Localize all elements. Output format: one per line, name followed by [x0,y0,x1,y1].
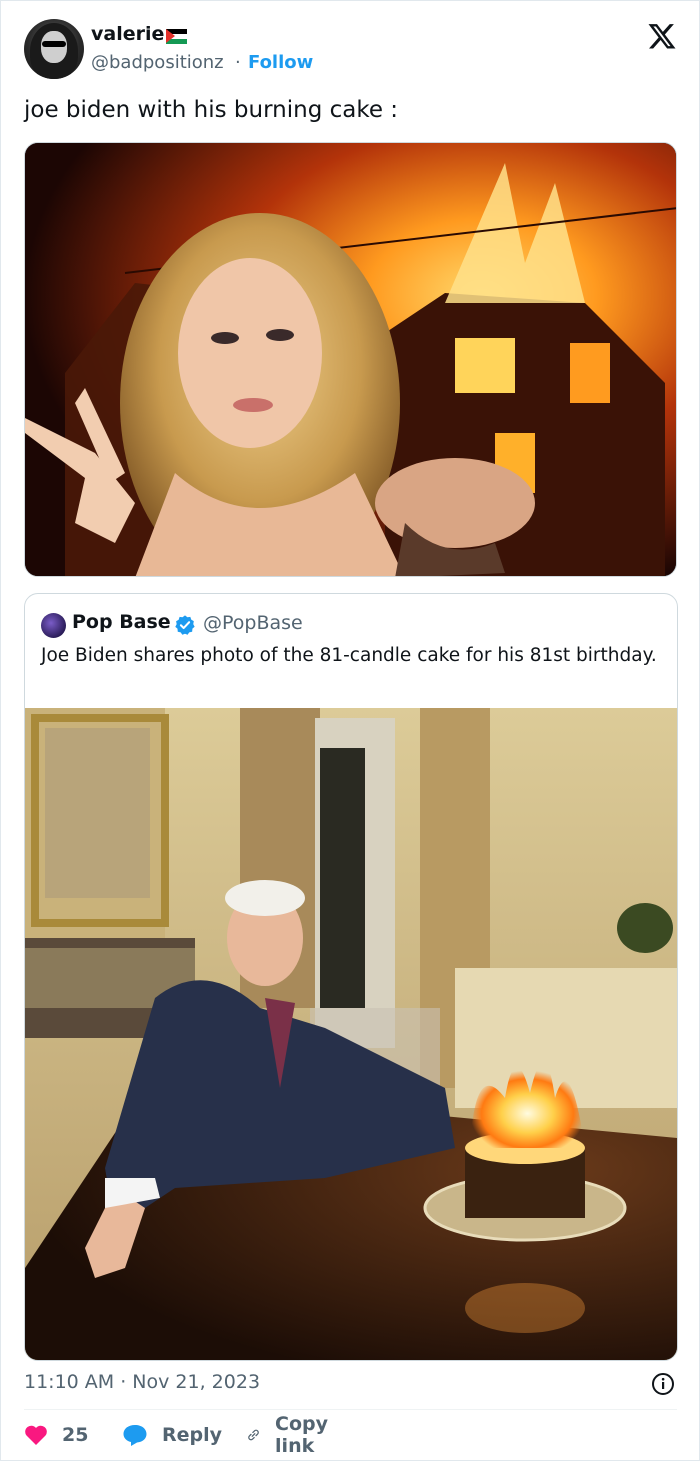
tweet-image-fire[interactable] [24,142,677,577]
info-icon[interactable] [651,1372,675,1396]
fire-meme-image [25,143,676,576]
palestine-flag-icon [166,29,187,44]
tweet-text: joe biden with his burning cake : [24,97,399,123]
tweet-timestamp[interactable]: 11:10 AM · Nov 21, 2023 [24,1371,260,1393]
like-button[interactable]: 25 [24,1420,88,1450]
quoted-avatar[interactable] [41,613,66,638]
avatar-face [41,31,67,63]
divider [24,1409,677,1410]
display-name[interactable]: valerie [91,23,164,45]
verified-badge-icon [175,615,195,635]
tweet-card: valerie @badpositionz · Follow joe biden… [0,0,700,1461]
reply-label: Reply [162,1424,223,1446]
avatar-glasses [42,41,66,47]
like-count: 25 [62,1424,89,1446]
quoted-text: Joe Biden shares photo of the 81-candle … [41,645,657,666]
quoted-tweet[interactable]: Pop Base @PopBase Joe Biden shares photo… [24,593,678,1361]
quoted-handle[interactable]: @PopBase [203,612,303,634]
reply-button[interactable]: Reply [122,1420,222,1450]
heart-icon [25,1425,47,1445]
reply-bubble-icon [123,1425,147,1446]
separator-dot: · [235,52,241,73]
link-icon [248,1429,259,1441]
copy-link-button[interactable]: Copy link [246,1413,337,1457]
follow-button[interactable]: Follow [248,52,313,73]
user-handle[interactable]: @badpositionz [91,52,224,73]
avatar[interactable] [24,19,84,79]
quoted-image-cake[interactable] [25,708,677,1360]
copy-link-label: Copy link [275,1413,329,1457]
quoted-display-name[interactable]: Pop Base [72,611,171,633]
x-logo-icon[interactable] [646,21,678,51]
biden-cake-image [25,708,677,1360]
